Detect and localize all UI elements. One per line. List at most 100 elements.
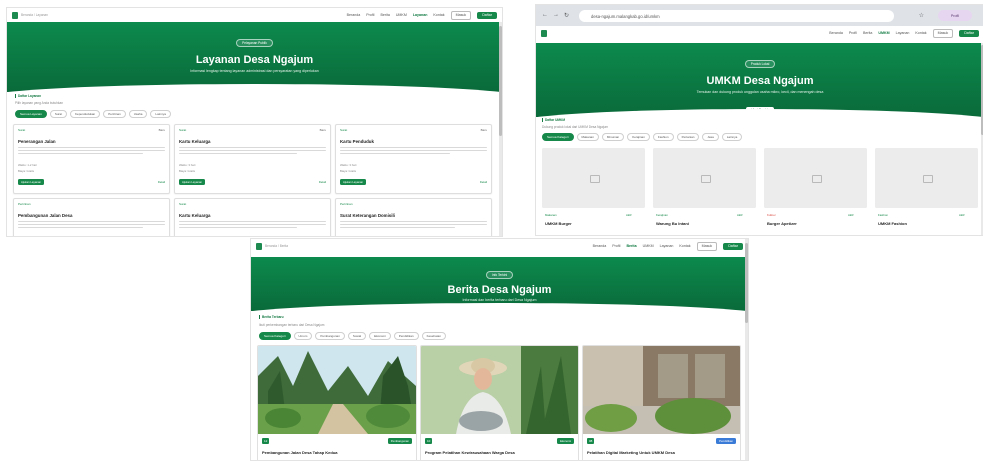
- navbar: Beranda / Layanan Beranda Profil Berita …: [7, 8, 502, 22]
- back-icon[interactable]: ←: [542, 12, 548, 18]
- filter-chip[interactable]: Pembangunan: [315, 332, 345, 341]
- product-tag: Makanan: [545, 213, 557, 217]
- news-category-badge: Pendidikan: [716, 438, 736, 444]
- forward-icon[interactable]: →: [553, 12, 559, 18]
- scrollbar[interactable]: [745, 239, 748, 460]
- nav-layanan[interactable]: Layanan: [660, 244, 674, 248]
- nav-layanan[interactable]: Layanan: [896, 31, 910, 35]
- detail-link[interactable]: Detail: [319, 180, 326, 184]
- filter-chip[interactable]: Pertanian: [676, 133, 700, 142]
- filter-chip[interactable]: Ekonomi: [369, 332, 391, 341]
- card-tag: Surat: [179, 202, 187, 206]
- filter-chip[interactable]: Minuman: [601, 133, 625, 142]
- card-meta: Waktu: 1-2 hari: [18, 163, 37, 167]
- nav-kontak[interactable]: Kontak: [433, 13, 444, 17]
- filter-chip[interactable]: Kesehatan: [421, 332, 446, 341]
- image-icon: [700, 175, 711, 183]
- section-label: Berita Terbaru: [259, 315, 284, 319]
- village-logo[interactable]: [256, 242, 262, 250]
- breadcrumb: Beranda / Layanan: [21, 13, 48, 17]
- filter-chip[interactable]: Semua Layanan: [15, 110, 47, 119]
- section-subtitle: Pilih layanan yang Anda butuhkan: [15, 101, 64, 105]
- nav-beranda[interactable]: Beranda: [593, 244, 607, 248]
- nav-berita[interactable]: Berita: [863, 31, 872, 35]
- village-logo[interactable]: [12, 11, 18, 19]
- news-card[interactable]: 08 Pendidikan Pelatihan Digital Marketin…: [582, 345, 741, 460]
- village-logo[interactable]: [541, 29, 547, 37]
- news-card[interactable]: 10 Ekonomi Program Pelatihan Kewirausaha…: [420, 345, 579, 460]
- filter-chip[interactable]: Fashion: [652, 133, 674, 142]
- filter-chip[interactable]: Semua Kategori: [259, 332, 291, 341]
- filter-chip[interactable]: Perizinan: [103, 110, 126, 119]
- register-button[interactable]: Daftar: [723, 242, 743, 250]
- profile-button[interactable]: Profil: [938, 10, 972, 21]
- nav-berita[interactable]: Berita: [380, 13, 389, 17]
- filter-bar: Semua Kategori Makanan Minuman Kerajinan…: [542, 133, 743, 142]
- filter-chip[interactable]: Umum: [293, 332, 313, 341]
- product-image-placeholder: [542, 148, 645, 208]
- filter-chip[interactable]: Surat: [49, 110, 68, 119]
- product-tag: Fashion: [878, 213, 888, 217]
- scrollbar[interactable]: [499, 22, 502, 236]
- card-title: Pembangunan Jalan Desa: [18, 213, 73, 218]
- card-title: Kartu Keluarga: [179, 139, 211, 144]
- service-card: Perizinan Surat Keterangan Domisili: [335, 198, 492, 236]
- product-title: Burger Apetizer: [767, 221, 797, 226]
- card-title: Surat Keterangan Domisili: [340, 213, 395, 218]
- register-button[interactable]: Daftar: [477, 11, 497, 19]
- filter-chip[interactable]: Jasa: [702, 133, 719, 142]
- nav-kontak[interactable]: Kontak: [915, 31, 926, 35]
- filter-chip[interactable]: Kerajinan: [627, 133, 650, 142]
- product-status: Aktif: [848, 213, 854, 217]
- news-image: [583, 346, 740, 434]
- filter-chip[interactable]: Kependudukan: [70, 110, 101, 119]
- image-icon: [811, 175, 822, 183]
- nav-profil[interactable]: Profil: [849, 31, 857, 35]
- product-title: Warung Bu Intani: [656, 221, 689, 226]
- filter-chip[interactable]: Makanan: [576, 133, 599, 142]
- navbar: Beranda / Berita Beranda Profil Berita U…: [251, 239, 748, 253]
- filter-chip[interactable]: Lainnya: [721, 133, 743, 142]
- register-button[interactable]: Daftar: [959, 29, 979, 37]
- news-card[interactable]: 12 Pembangunan Pembangunan Jalan Desa Ta…: [257, 345, 417, 460]
- nav-umkm[interactable]: UMKM: [396, 13, 407, 17]
- nav-kontak[interactable]: Kontak: [679, 244, 690, 248]
- card-id: Baru: [480, 128, 487, 132]
- filter-chip[interactable]: Lainnya: [150, 110, 171, 119]
- nav-beranda[interactable]: Beranda: [829, 31, 843, 35]
- nav-layanan[interactable]: Layanan: [413, 13, 428, 17]
- news-date: 10: [425, 438, 433, 444]
- filter-chip[interactable]: Semua Kategori: [542, 133, 574, 142]
- page-title: Berita Desa Ngajum: [447, 284, 552, 296]
- news-image: [258, 346, 416, 434]
- star-icon[interactable]: ☆: [919, 12, 924, 19]
- nav-berita[interactable]: Berita: [626, 244, 636, 248]
- nav-beranda[interactable]: Beranda: [347, 13, 361, 17]
- nav-umkm[interactable]: UMKM: [643, 244, 654, 248]
- page-subtitle: Informasi lengkap tentang layanan admini…: [190, 69, 319, 73]
- card-tag: Perizinan: [340, 202, 353, 206]
- apply-button[interactable]: Ajukan Layanan: [340, 179, 367, 185]
- product-tag: Kerajinan: [656, 213, 668, 217]
- apply-button[interactable]: Ajukan Layanan: [18, 179, 45, 185]
- login-button[interactable]: Masuk: [696, 241, 718, 251]
- detail-link[interactable]: Detail: [158, 180, 165, 184]
- nav-profil[interactable]: Profil: [366, 13, 374, 17]
- card-meta: Biaya: Gratis: [179, 169, 196, 173]
- address-bar[interactable]: desa-ngajum.malangkab.go.id/umkm: [579, 10, 894, 22]
- page-title: UMKM Desa Ngajum: [706, 75, 814, 87]
- apply-button[interactable]: Ajukan Layanan: [179, 179, 206, 185]
- nav-umkm[interactable]: UMKM: [878, 31, 889, 35]
- detail-link[interactable]: Detail: [480, 180, 487, 184]
- filter-chip[interactable]: Sosial: [347, 332, 367, 341]
- umkm-page-window: ← → ↻ desa-ngajum.malangkab.go.id/umkm ☆…: [535, 4, 983, 236]
- login-button[interactable]: Masuk: [932, 28, 954, 38]
- filter-chip[interactable]: Usaha: [128, 110, 148, 119]
- reload-icon[interactable]: ↻: [564, 12, 569, 19]
- login-button[interactable]: Masuk: [450, 10, 472, 20]
- service-card: Surat Baru Kartu Keluarga Waktu: 3 hari …: [174, 124, 331, 194]
- nav-profil[interactable]: Profil: [612, 244, 620, 248]
- card-title: Penerangan Jalan: [18, 139, 56, 144]
- filter-chip[interactable]: Pendidikan: [393, 332, 419, 341]
- news-date: 08: [587, 438, 595, 444]
